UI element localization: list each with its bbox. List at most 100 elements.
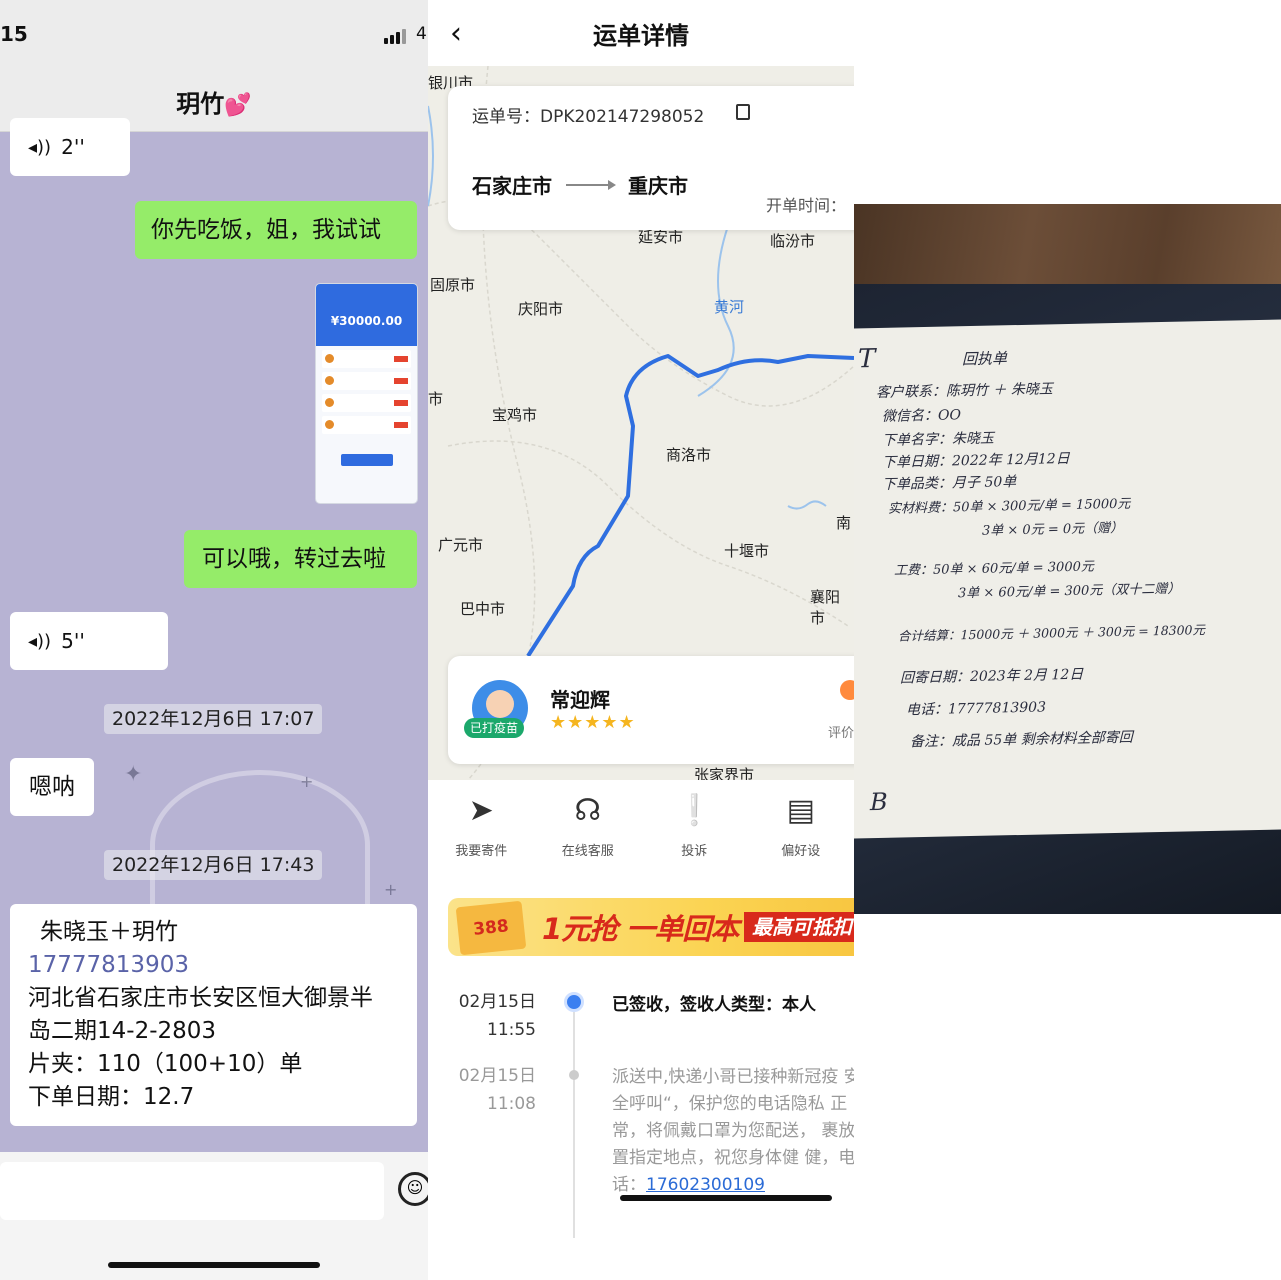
courier-card[interactable]: 已打疫苗 常迎辉 ★★★★★ 评价 — [448, 656, 854, 764]
order-time-label: 开单时间： — [766, 196, 847, 215]
address-line: 河北省石家庄市长安区恒大御景半 — [28, 985, 373, 1011]
action-preference[interactable]: ▤ 偏好设 — [748, 790, 855, 880]
address-line: 岛二期14-2-2803 — [28, 1018, 217, 1044]
star-icon: + — [384, 880, 398, 899]
image-message[interactable]: ¥30000.00 — [315, 283, 418, 504]
voice-message[interactable]: ◂)) 5'' — [10, 612, 168, 670]
send-icon: ➤ — [468, 793, 494, 828]
note-line: 下单日期：2022年 12月12日 — [882, 450, 1070, 471]
event-status: 已签收，签收人类型：本人 — [612, 995, 816, 1015]
waybill-card: 运单号：DPK202147298052 石家庄市 重庆市 开单时间： — [448, 86, 854, 230]
note-line: 回执单 — [962, 349, 1008, 369]
note-photo: 回执单 客户联系：陈玥竹 ＋ 朱晓玉 微信名：OO 下单名字：朱晓玉 下单日期：… — [854, 0, 1281, 1280]
message-input[interactable] — [0, 1162, 384, 1220]
waybill-header: ‹ 运单详情 — [428, 0, 854, 66]
chat-screenshot: 15 4 玥竹💕 ✦ + + ◂)) 2'' 你先吃饭，姐，我试试 ¥30000… — [0, 0, 428, 1280]
headset-icon: ☊ — [574, 793, 602, 828]
battery-text: 4 — [416, 24, 427, 44]
page-title: 运单详情 — [593, 22, 689, 50]
waybill-number: 运单号：DPK202147298052 — [472, 107, 705, 127]
note-line: 3单 × 0元 = 0元（赠） — [982, 520, 1124, 539]
message-bubble-sent[interactable]: 你先吃饭，姐，我试试 — [135, 201, 417, 259]
map-label: 固原市 — [430, 276, 476, 294]
note-line: 工费：50单 × 60元/单 = 3000元 — [894, 559, 1094, 579]
home-indicator — [620, 1195, 832, 1201]
action-send[interactable]: ➤ 我要寄件 — [428, 790, 535, 880]
address-line: 朱晓玉＋玥竹 — [40, 919, 178, 945]
rate-icon[interactable] — [840, 680, 854, 700]
status-bar: 15 4 — [0, 0, 428, 70]
emoji-icon[interactable]: ☺ — [398, 1172, 428, 1206]
waybill-screenshot: ‹ 运单详情 银川市 延安市 临汾市 固原市 庆阳市 黄河 宝鸡市 商洛市 市 … — [428, 0, 854, 1280]
delivered-icon — [564, 992, 584, 1012]
receipt-paper: 回执单 客户联系：陈玥竹 ＋ 朱晓玉 微信名：OO 下单名字：朱晓玉 下单日期：… — [854, 319, 1281, 839]
rating-stars: ★★★★★ — [550, 712, 636, 733]
star-icon: ✦ — [124, 762, 143, 787]
signal-icon — [384, 28, 412, 44]
route: 石家庄市 重庆市 — [472, 170, 688, 199]
action-label: 在线客服 — [561, 844, 614, 859]
thumb-row — [322, 394, 411, 412]
status-time: 15 — [0, 22, 28, 46]
message-bubble-sent[interactable]: 可以哦，转过去啦 — [184, 530, 417, 588]
timeline-date: 02月15日 11:08 — [446, 1062, 536, 1118]
note-line: 微信名：OO — [882, 407, 961, 425]
address-message[interactable]: 朱晓玉＋玥竹 17777813903 河北省石家庄市长安区恒大御景半 岛二期14… — [10, 904, 417, 1126]
map-label: 广元市 — [438, 536, 484, 554]
note-line: 备注：成品 55单 剩余材料全部寄回 — [910, 729, 1133, 751]
message-bubble-received[interactable]: 嗯呐 — [10, 758, 94, 816]
promo-text: 1元抢 一单回本 — [542, 912, 739, 946]
note-line: 合计结算：15000元 ＋ 3000元 ＋ 300元 = 18300元 — [898, 622, 1206, 644]
note-line: T — [858, 344, 876, 375]
voice-duration: 5'' — [61, 629, 85, 653]
note-line: 3单 × 60元/单 = 300元（双十二赠） — [958, 581, 1181, 602]
destination-city: 重庆市 — [628, 174, 688, 198]
note-line: 电话：17777813903 — [906, 699, 1046, 719]
heart-icon: 💕 — [224, 93, 252, 118]
promo-banner[interactable]: 388 1元抢 一单回本 最高可抵扣 — [448, 898, 854, 956]
map-label: 庆阳市 — [518, 300, 564, 318]
timeline-date: 02月15日 11:55 — [446, 988, 536, 1044]
address-line: 片夹：110（100+10）单 — [28, 1051, 303, 1077]
event-detail: 派送中,快递小哥已接种新冠疫 安全呼叫“，保护您的电话隐私 正常，将佩戴口罩为您… — [612, 1064, 854, 1199]
promo-tag: 最高可抵扣 — [744, 912, 854, 942]
note-line: 下单名字：朱晓玉 — [882, 430, 994, 449]
origin-city: 石家庄市 — [472, 174, 552, 198]
star-icon: + — [300, 772, 314, 791]
arrow-right-icon — [566, 179, 616, 190]
note-line: B — [870, 787, 888, 817]
chat-title: 玥竹💕 — [0, 84, 428, 119]
map-label: 南 — [836, 514, 852, 532]
event-date: 02月15日 — [458, 1066, 536, 1086]
phone-number[interactable]: 17777813903 — [28, 949, 399, 982]
courier-phone-link[interactable]: 17602300109 — [646, 1175, 765, 1195]
chat-input-bar: ☺ — [0, 1152, 428, 1280]
action-label: 偏好设 — [781, 844, 821, 859]
event-time: 11:55 — [487, 1020, 536, 1040]
address-line: 下单日期：12.7 — [28, 1084, 195, 1110]
action-support[interactable]: ☊ 在线客服 — [535, 790, 642, 880]
rate-label[interactable]: 评价 — [828, 722, 854, 741]
thumb-button — [340, 454, 393, 466]
vaccinated-badge: 已打疫苗 — [464, 718, 524, 738]
background-decoration — [150, 770, 370, 920]
note-line: 实材料费：50单 × 300元/单 = 15000元 — [888, 496, 1131, 517]
note-line: 下单品类：月子 50单 — [882, 474, 1017, 493]
complaint-icon: ❕ — [675, 793, 713, 828]
note-line: 回寄日期：2023年 2月 12日 — [900, 666, 1084, 687]
courier-name: 常迎辉 — [550, 688, 610, 712]
preference-icon: ▤ — [786, 793, 815, 828]
event-time: 11:08 — [487, 1094, 536, 1114]
copy-icon[interactable] — [736, 104, 750, 120]
action-complaint[interactable]: ❕ 投诉 — [641, 790, 748, 880]
voice-duration: 2'' — [61, 135, 85, 159]
map-label: 张家界市 — [694, 766, 755, 780]
timeline-line — [573, 1008, 575, 1238]
map-label: 襄阳市 — [810, 588, 841, 627]
action-label: 我要寄件 — [455, 844, 508, 859]
action-bar: ➤ 我要寄件 ☊ 在线客服 ❕ 投诉 ▤ 偏好设 — [428, 790, 854, 880]
event-date: 02月15日 — [458, 992, 536, 1012]
contact-name: 玥竹 — [176, 90, 225, 118]
voice-message[interactable]: ◂)) 2'' — [10, 118, 130, 176]
photo-image: 回执单 客户联系：陈玥竹 ＋ 朱晓玉 微信名：OO 下单名字：朱晓玉 下单日期：… — [854, 204, 1281, 914]
